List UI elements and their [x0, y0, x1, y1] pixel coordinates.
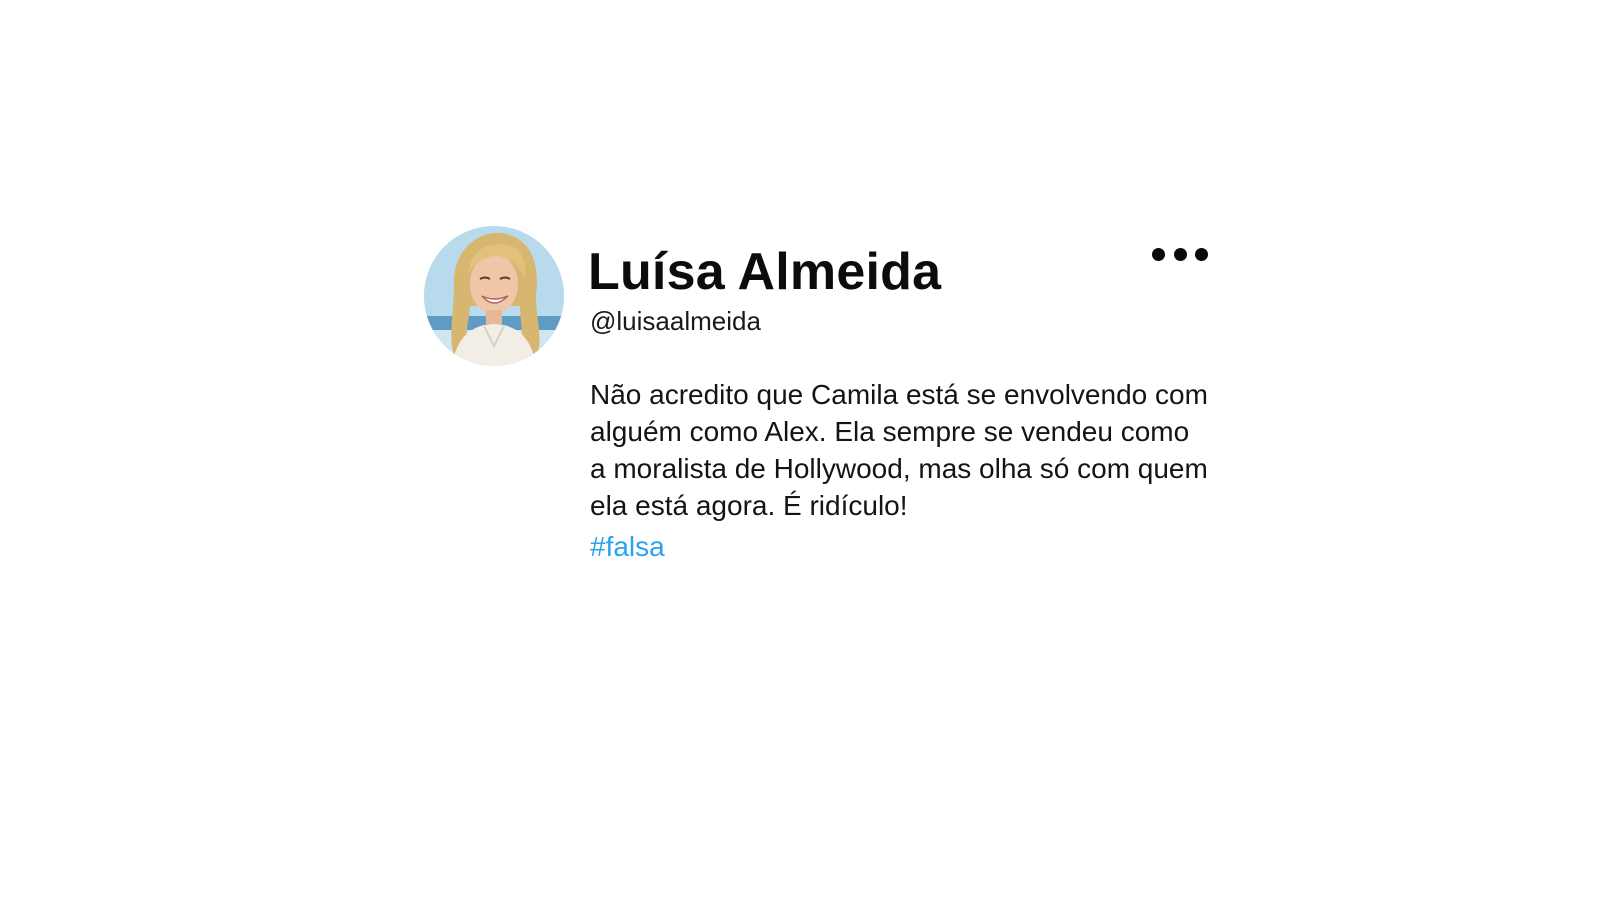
tweet-card: Luísa Almeida @luisaalmeida Não acredito…	[424, 226, 1210, 586]
author-name[interactable]: Luísa Almeida	[588, 243, 941, 301]
author-handle[interactable]: @luisaalmeida	[590, 306, 761, 337]
avatar[interactable]	[424, 226, 564, 366]
more-dot	[1173, 247, 1187, 261]
avatar-photo-icon	[424, 226, 564, 366]
hashtag-link[interactable]: #falsa	[590, 531, 665, 563]
tweet-text: Não acredito que Camila está se envolven…	[590, 379, 1208, 521]
more-dot	[1152, 247, 1165, 261]
more-options-icon[interactable]	[1152, 244, 1208, 264]
more-dot	[1195, 247, 1208, 261]
